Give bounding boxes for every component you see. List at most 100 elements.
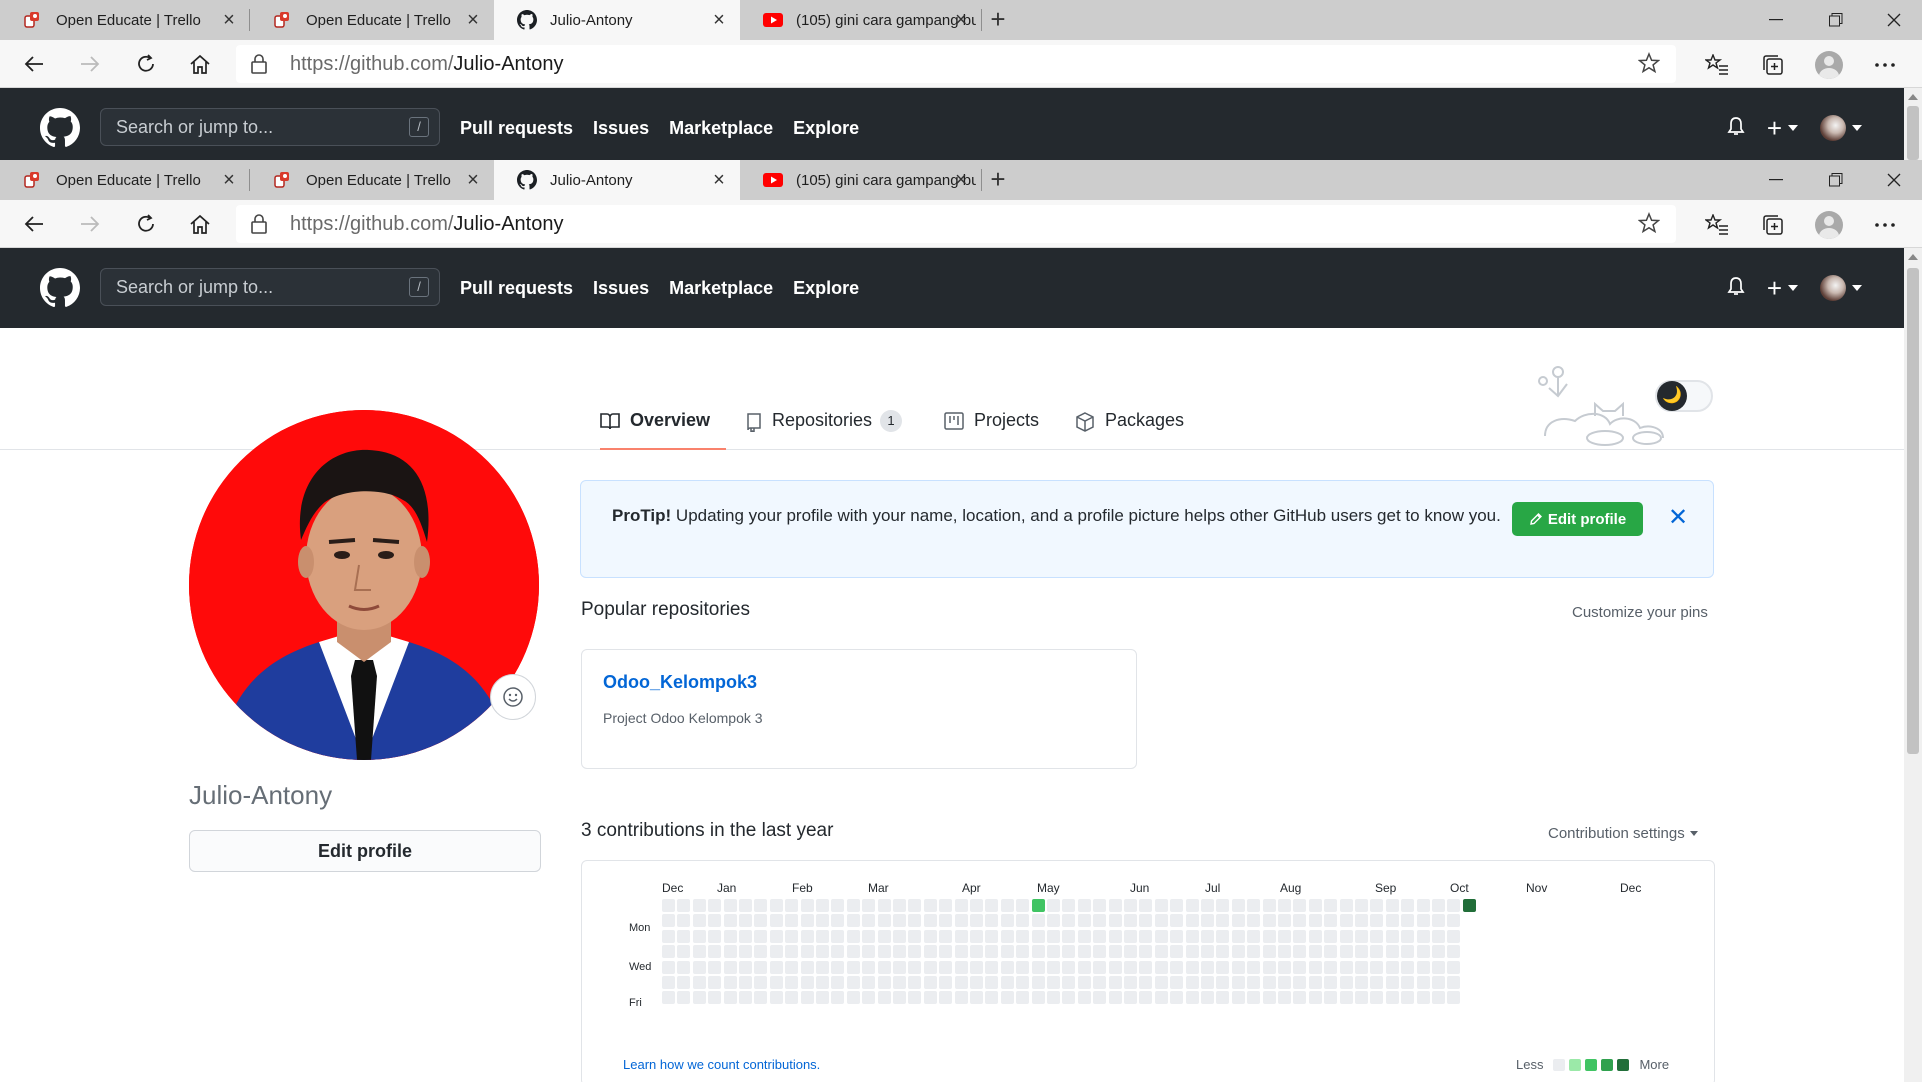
contribution-day-cell[interactable]: [1032, 961, 1045, 974]
contribution-day-cell[interactable]: [1293, 899, 1306, 912]
contribution-day-cell[interactable]: [862, 899, 875, 912]
nav-pull-requests[interactable]: Pull requests: [460, 118, 573, 139]
contribution-day-cell[interactable]: [955, 899, 968, 912]
contribution-day-cell[interactable]: [816, 930, 829, 943]
contribution-day-cell[interactable]: [770, 961, 783, 974]
contribution-day-cell[interactable]: [1263, 914, 1276, 927]
contribution-day-cell[interactable]: [1139, 976, 1152, 989]
contribution-day-cell[interactable]: [1047, 945, 1060, 958]
contribution-day-cell[interactable]: [847, 899, 860, 912]
contribution-day-cell[interactable]: [1186, 930, 1199, 943]
contribution-day-cell[interactable]: [754, 991, 767, 1004]
contribution-day-cell[interactable]: [1417, 991, 1430, 1004]
profile-avatar[interactable]: [189, 410, 539, 760]
contribution-day-cell[interactable]: [1417, 961, 1430, 974]
contribution-day-cell[interactable]: [1355, 914, 1368, 927]
contribution-day-cell[interactable]: [708, 991, 721, 1004]
contribution-day-cell[interactable]: [677, 976, 690, 989]
contribution-day-cell[interactable]: [1432, 976, 1445, 989]
new-tab-icon[interactable]: +: [984, 6, 1012, 34]
contribution-day-cell[interactable]: [1078, 930, 1091, 943]
contribution-day-cell[interactable]: [862, 991, 875, 1004]
contribution-day-cell[interactable]: [724, 930, 737, 943]
contribution-day-cell[interactable]: [1278, 991, 1291, 1004]
contribution-day-cell[interactable]: [1278, 976, 1291, 989]
contribution-day-cell[interactable]: [1124, 899, 1137, 912]
contribution-day-cell[interactable]: [1001, 976, 1014, 989]
contribution-day-cell[interactable]: [831, 914, 844, 927]
close-window-icon[interactable]: [1866, 160, 1922, 200]
contribution-day-cell[interactable]: [831, 976, 844, 989]
contribution-day-cell[interactable]: [908, 930, 921, 943]
contribution-day-cell[interactable]: [939, 945, 952, 958]
contribution-day-cell[interactable]: [847, 914, 860, 927]
more-menu-icon[interactable]: [1868, 208, 1902, 242]
close-window-icon[interactable]: [1866, 0, 1922, 40]
github-search-input[interactable]: Search or jump to... /: [100, 108, 440, 146]
contribution-day-cell[interactable]: [847, 930, 860, 943]
contribution-day-cell[interactable]: [1124, 961, 1137, 974]
contribution-day-cell[interactable]: [1109, 930, 1122, 943]
contribution-day-cell[interactable]: [1109, 945, 1122, 958]
contribution-day-cell[interactable]: [1078, 991, 1091, 1004]
restore-icon[interactable]: [1808, 0, 1864, 40]
contribution-day-cell[interactable]: [801, 930, 814, 943]
contribution-day-cell[interactable]: [785, 976, 798, 989]
contribution-day-cell[interactable]: [1293, 991, 1306, 1004]
contribution-day-cell[interactable]: [1139, 930, 1152, 943]
profile-icon[interactable]: [1812, 208, 1846, 242]
browser-tab-trello-1[interactable]: Open Educate | Trello ×: [0, 160, 250, 200]
contribution-day-cell[interactable]: [985, 899, 998, 912]
contribution-day-cell[interactable]: [1186, 976, 1199, 989]
contribution-day-cell[interactable]: [785, 991, 798, 1004]
contribution-day-cell[interactable]: [924, 991, 937, 1004]
contribution-day-cell[interactable]: [1263, 976, 1276, 989]
contribution-day-cell[interactable]: [1417, 930, 1430, 943]
contribution-day-cell[interactable]: [1247, 945, 1260, 958]
tab-packages[interactable]: Packages: [1075, 410, 1184, 450]
contribution-day-cell[interactable]: [693, 914, 706, 927]
contribution-day-cell[interactable]: [1155, 914, 1168, 927]
favorites-icon[interactable]: [1700, 48, 1734, 82]
contribution-day-cell[interactable]: [985, 930, 998, 943]
contribution-day-cell[interactable]: [1247, 914, 1260, 927]
contribution-day-cell[interactable]: [893, 961, 906, 974]
contribution-day-cell[interactable]: [1201, 961, 1214, 974]
contribution-day-cell[interactable]: [1340, 899, 1353, 912]
contribution-day-cell[interactable]: [1324, 961, 1337, 974]
contribution-day-cell[interactable]: [1170, 914, 1183, 927]
contribution-day-cell[interactable]: [1093, 945, 1106, 958]
contribution-day-cell[interactable]: [893, 930, 906, 943]
contribution-day-cell[interactable]: [1201, 945, 1214, 958]
contribution-day-cell[interactable]: [1355, 930, 1368, 943]
contribution-day-cell[interactable]: [908, 991, 921, 1004]
nav-pull-requests[interactable]: Pull requests: [460, 278, 573, 299]
contribution-day-cell[interactable]: [1001, 930, 1014, 943]
contribution-day-cell[interactable]: [1386, 961, 1399, 974]
github-logo-icon[interactable]: [40, 108, 80, 148]
contribution-day-cell[interactable]: [1447, 976, 1460, 989]
contribution-day-cell[interactable]: [1278, 961, 1291, 974]
contribution-day-cell[interactable]: [1139, 899, 1152, 912]
github-logo-icon[interactable]: [40, 268, 80, 308]
favorite-star-icon[interactable]: [1637, 212, 1661, 239]
contribution-day-cell[interactable]: [1232, 899, 1245, 912]
contribution-day-cell[interactable]: [677, 930, 690, 943]
contribution-day-cell[interactable]: [862, 930, 875, 943]
refresh-icon[interactable]: [130, 48, 162, 80]
browser-tab-trello-2[interactable]: Open Educate | Trello ×: [250, 0, 494, 40]
contribution-day-cell[interactable]: [955, 930, 968, 943]
contribution-day-cell[interactable]: [1447, 945, 1460, 958]
back-arrow-icon[interactable]: [18, 48, 50, 80]
contribution-day-cell[interactable]: [1032, 945, 1045, 958]
contribution-day-cell[interactable]: [878, 899, 891, 912]
contribution-day-cell[interactable]: [1047, 914, 1060, 927]
contribution-day-cell[interactable]: [1309, 991, 1322, 1004]
contribution-day-cell[interactable]: [1139, 945, 1152, 958]
contribution-day-cell[interactable]: [893, 899, 906, 912]
contribution-day-cell[interactable]: [1370, 930, 1383, 943]
contribution-day-cell[interactable]: [1001, 899, 1014, 912]
contribution-day-cell[interactable]: [1447, 991, 1460, 1004]
contribution-day-cell[interactable]: [1032, 991, 1045, 1004]
github-search-input[interactable]: Search or jump to... /: [100, 268, 440, 306]
